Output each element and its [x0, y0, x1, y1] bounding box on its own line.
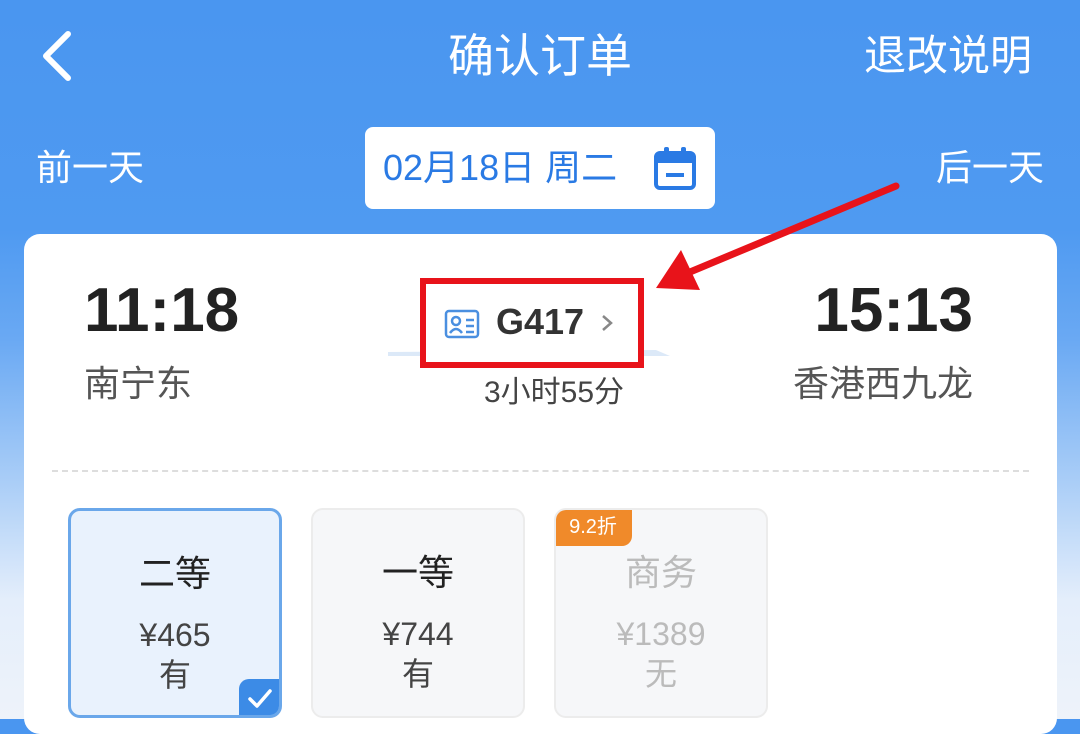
seat-class-name: 一等	[381, 552, 454, 593]
arrival-time: 15:13	[814, 276, 973, 345]
trip-duration: 3小时55分	[483, 376, 625, 409]
selected-badge	[239, 679, 279, 715]
next-day-button[interactable]: 后一天	[936, 144, 1044, 192]
seat-class-name: 二等	[138, 553, 211, 594]
train-number: G417	[496, 301, 585, 342]
prev-day-button[interactable]: 前一天	[36, 144, 144, 192]
departure-station: 南宁东	[84, 363, 193, 404]
seat-availability: 无	[644, 656, 677, 692]
seat-price: ¥465	[139, 617, 211, 653]
seat-option-second-class[interactable]: 二等 ¥465 有	[68, 508, 282, 718]
seat-price: ¥744	[382, 616, 454, 652]
seat-availability: 有	[401, 656, 434, 692]
date-selector[interactable]: 02月18日 周二	[365, 127, 715, 209]
seat-option-first-class[interactable]: 一等 ¥744 有	[311, 508, 525, 718]
date-label: 02月18日 周二	[383, 147, 618, 188]
departure-time: 11:18	[84, 276, 240, 345]
chevron-right-icon	[602, 315, 613, 331]
train-number-button[interactable]: G417	[420, 278, 644, 368]
discount-badge: 9.2折	[556, 510, 632, 546]
refund-policy-link[interactable]: 退改说明	[864, 26, 1032, 86]
arrival-station: 香港西九龙	[792, 363, 973, 404]
id-card-icon	[444, 309, 480, 339]
seat-price: ¥1389	[616, 616, 706, 652]
seat-option-business-class[interactable]: 9.2折 商务 ¥1389 无	[554, 508, 768, 718]
seat-class-name: 商务	[624, 552, 697, 593]
divider	[52, 470, 1029, 472]
calendar-icon	[654, 147, 696, 190]
checkmark-icon	[248, 689, 272, 708]
train-info-card: 11:18 南宁东 G417 3小时55分 15:13 香港西九龙 二等 ¥46…	[24, 234, 1057, 734]
